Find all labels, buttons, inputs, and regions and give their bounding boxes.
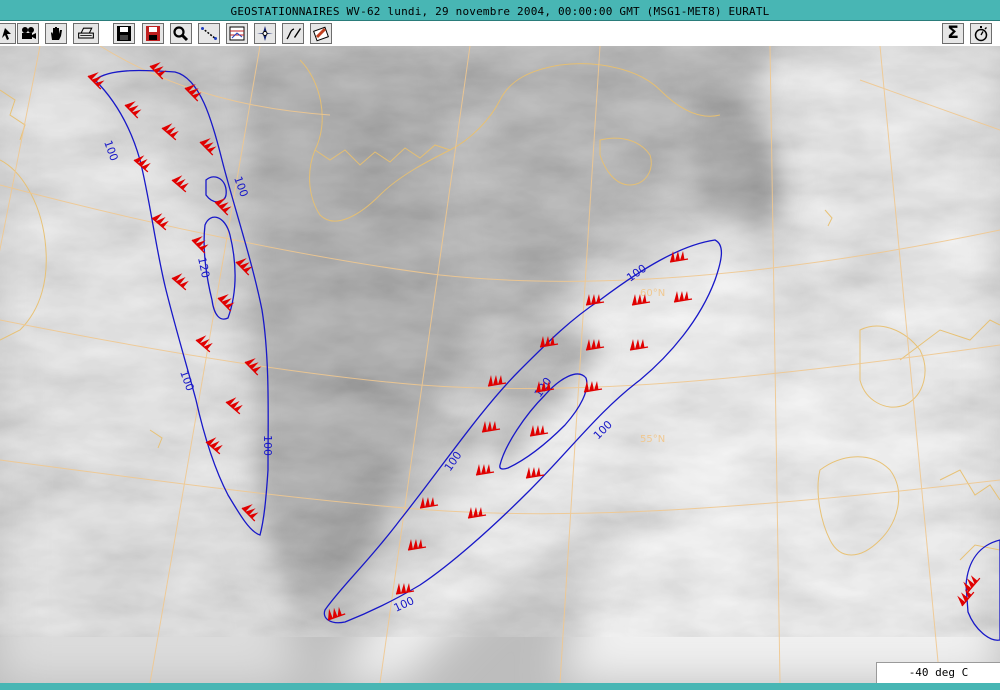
temperature-readout: -40 deg C	[876, 662, 1000, 683]
layers-tool-button[interactable]	[226, 23, 248, 44]
pen-icon	[286, 28, 301, 40]
save-tool-button[interactable]	[113, 23, 135, 44]
magnifier-icon	[173, 26, 189, 42]
stopwatch-icon	[974, 26, 988, 42]
satellite-map-view[interactable]: 60°N 55°N 100 100 120 100 100 100 100 12…	[0, 46, 1000, 683]
floppy-red-icon	[146, 26, 160, 41]
floppy-icon	[117, 26, 131, 41]
latitude-label-60: 60°N	[640, 288, 665, 299]
pan-tool-button[interactable]	[45, 23, 67, 44]
eraser-icon	[313, 26, 329, 42]
sum-tool-button[interactable]: Σ	[942, 23, 964, 44]
draw-tool-button[interactable]	[282, 23, 304, 44]
save-as-tool-button[interactable]	[142, 23, 164, 44]
measure-tool-button[interactable]	[198, 23, 220, 44]
toolbar: Σ	[0, 21, 1000, 46]
latitude-label-55: 55°N	[640, 434, 665, 445]
temperature-value: -40 deg C	[908, 666, 969, 679]
window-title-bar: GEOSTATIONNAIRES WV-62 lundi, 29 novembr…	[0, 0, 1000, 21]
navigate-tool-button[interactable]	[254, 23, 276, 44]
window-title: GEOSTATIONNAIRES WV-62 lundi, 29 novembr…	[230, 5, 770, 18]
compass-icon	[257, 26, 273, 41]
pointer-icon	[2, 28, 11, 40]
ruler-icon	[201, 27, 217, 40]
hand-icon	[51, 27, 62, 40]
zoom-tool-button[interactable]	[170, 23, 192, 44]
layers-icon	[229, 26, 245, 41]
camera-tool-button[interactable]	[17, 23, 39, 44]
contour-label: 100	[261, 435, 274, 456]
print-tool-button[interactable]	[73, 23, 99, 44]
status-bar	[0, 683, 1000, 690]
timer-tool-button[interactable]	[970, 23, 992, 44]
sigma-icon: Σ	[947, 23, 959, 43]
erase-tool-button[interactable]	[310, 23, 332, 44]
printer-icon	[78, 27, 94, 39]
pointer-tool-button[interactable]	[0, 23, 16, 44]
camera-icon	[22, 27, 36, 39]
